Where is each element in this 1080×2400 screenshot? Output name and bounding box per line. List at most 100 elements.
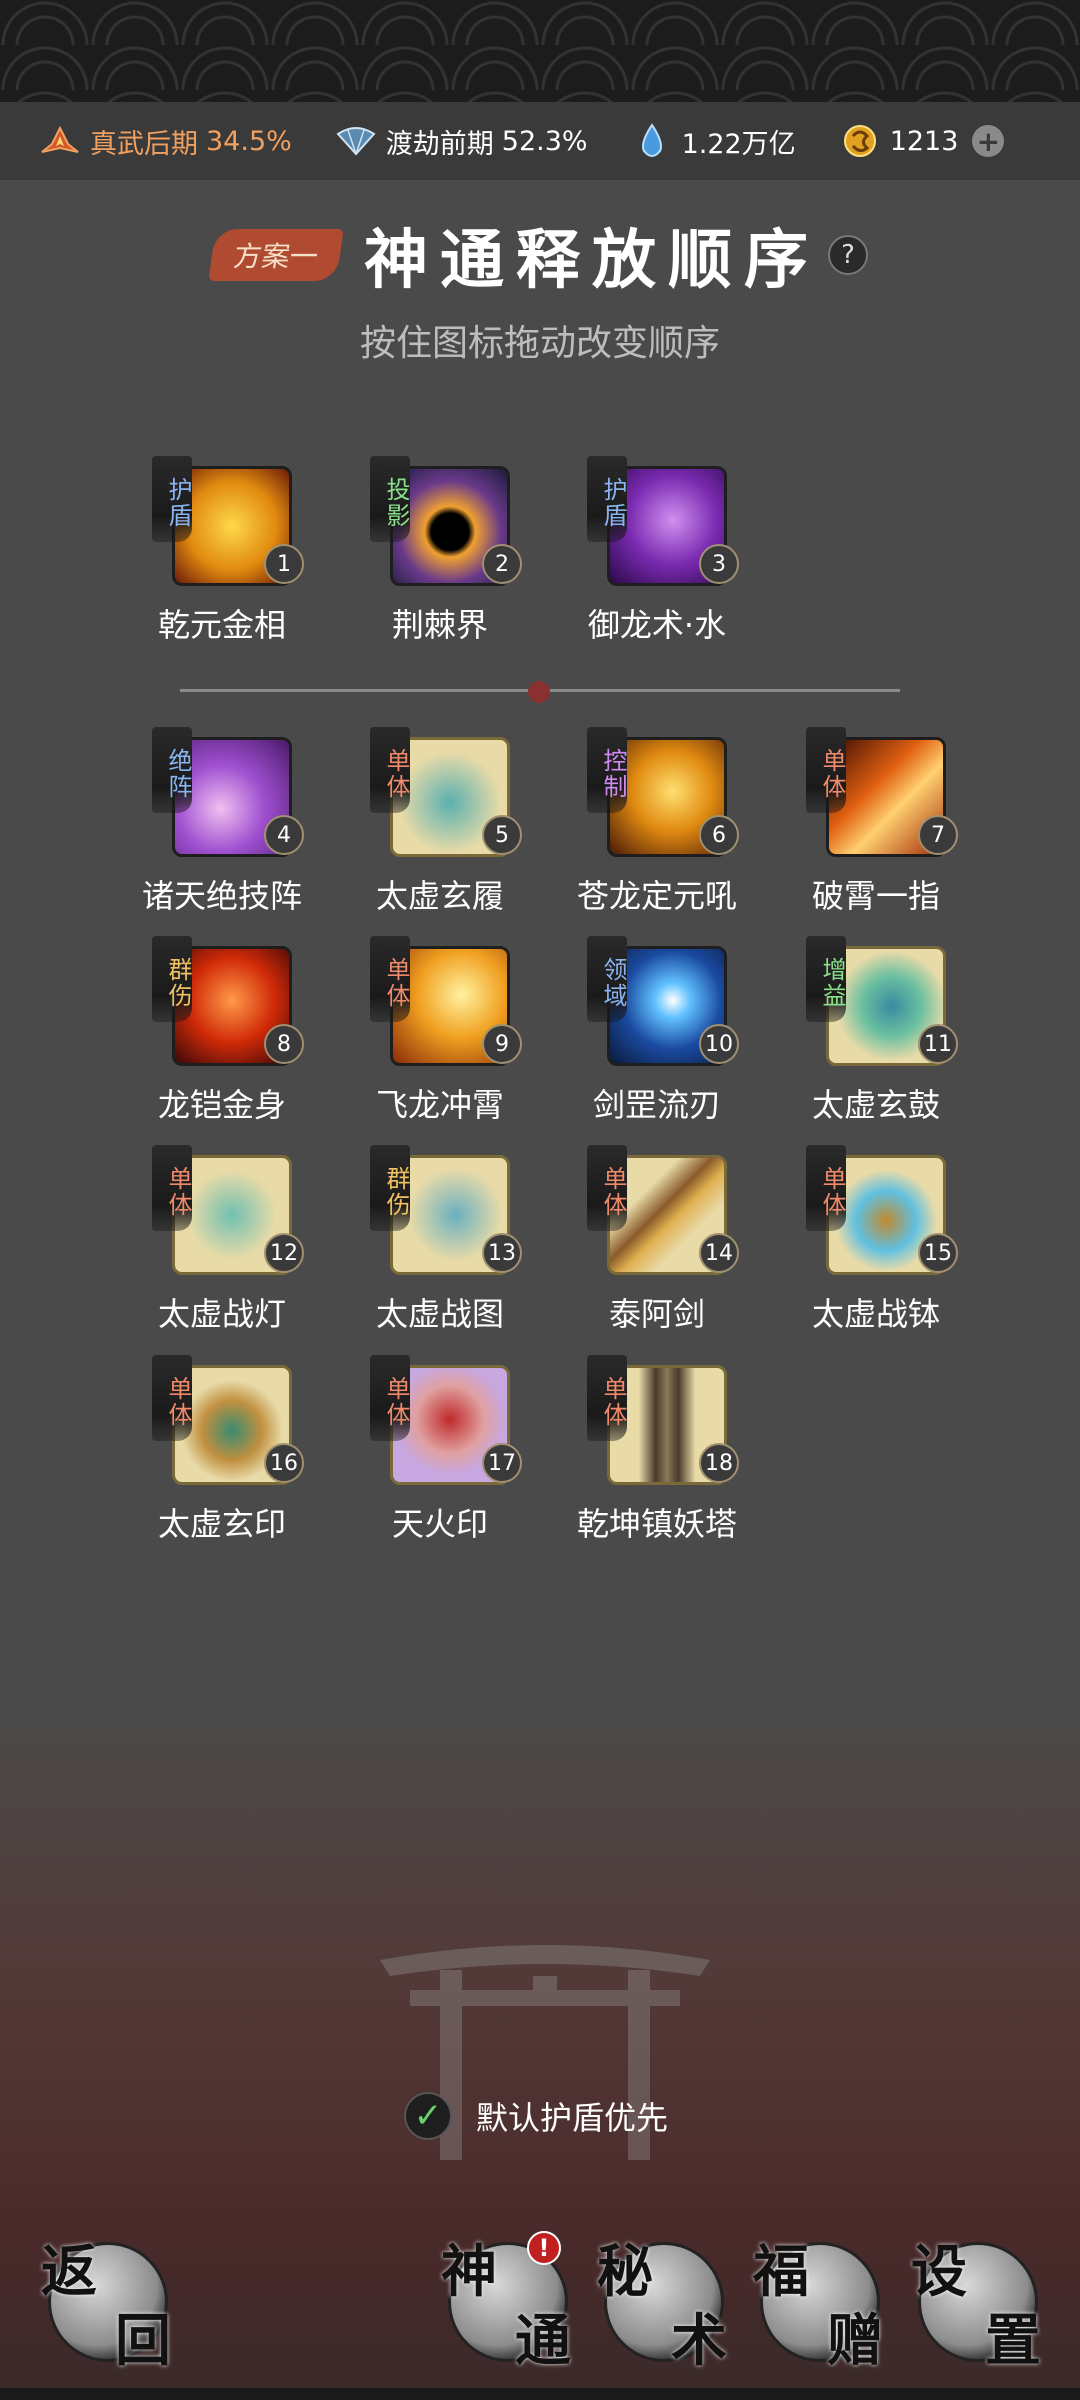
spirit-water-value: 1.22万亿 bbox=[681, 128, 796, 160]
skill-name: 太虚战图 bbox=[375, 1295, 504, 1333]
water-drop-icon bbox=[632, 121, 672, 161]
skill-order-number: 5 bbox=[482, 815, 522, 855]
skill-item[interactable]: 单体 18 乾坤镇妖塔 bbox=[557, 1355, 757, 1545]
skill-item[interactable]: 单体 9 飞龙冲霄 bbox=[340, 936, 540, 1126]
skill-icon-wrap[interactable]: 控制 6 bbox=[587, 727, 739, 857]
secret-arts-button[interactable]: 秘 术 bbox=[597, 2239, 727, 2374]
secret-char-1: 秘 bbox=[597, 2239, 653, 2305]
skill-name: 乾坤镇妖塔 bbox=[576, 1505, 737, 1543]
divider-handle[interactable] bbox=[528, 681, 550, 703]
tribulation-label: 渡劫前期 bbox=[385, 128, 494, 160]
coin-stat: 1213 + bbox=[840, 121, 1005, 161]
page-subtitle: 按住图标拖动改变顺序 bbox=[359, 323, 720, 364]
skill-item[interactable]: 单体 17 天火印 bbox=[340, 1355, 540, 1545]
skill-order-number: 14 bbox=[699, 1233, 739, 1273]
skill-item[interactable]: 单体 5 太虚玄履 bbox=[340, 727, 540, 917]
alert-icon: ! bbox=[527, 2231, 561, 2265]
skill-icon-wrap[interactable]: 单体 7 bbox=[806, 727, 958, 857]
shield-priority-label: 默认护盾优先 bbox=[476, 2099, 669, 2137]
page-header: 方案一 神通释放顺序 ? bbox=[0, 210, 1080, 300]
skill-icon-wrap[interactable]: 单体 14 bbox=[587, 1145, 739, 1275]
blessing-gift-button[interactable]: 福 赠 bbox=[753, 2239, 883, 2374]
flame-lotus-icon bbox=[40, 121, 80, 161]
skill-item[interactable]: 领域 10 剑罡流刃 bbox=[557, 936, 757, 1126]
add-coins-button[interactable]: + bbox=[972, 125, 1005, 158]
shield-priority-option[interactable]: ✓ 默认护盾优先 bbox=[404, 2088, 668, 2144]
skill-item[interactable]: 单体 12 太虚战灯 bbox=[122, 1145, 322, 1335]
skill-icon-wrap[interactable]: 单体 16 bbox=[152, 1355, 304, 1485]
realm-label: 真武后期 bbox=[90, 128, 198, 160]
skill-item[interactable]: 群伤 8 龙铠金身 bbox=[122, 936, 322, 1126]
skill-item[interactable]: 护盾 1 乾元金相 bbox=[122, 456, 322, 646]
skill-item[interactable]: 投影 2 荆棘界 bbox=[340, 456, 540, 646]
skill-type-tag: 护盾 bbox=[587, 456, 627, 542]
skill-type-tag: 群伤 bbox=[370, 1145, 410, 1231]
skill-icon-wrap[interactable]: 绝阵 4 bbox=[152, 727, 304, 857]
skill-item[interactable]: 单体 14 泰阿剑 bbox=[557, 1145, 757, 1335]
settings-button[interactable]: 设 置 bbox=[911, 2239, 1041, 2374]
skill-type-tag: 绝阵 bbox=[152, 727, 192, 813]
realm-stat: 真武后期 34.5% bbox=[40, 121, 292, 161]
skill-type-tag: 单体 bbox=[806, 727, 846, 813]
skill-order-number: 15 bbox=[918, 1233, 958, 1273]
divine-char-2: 通 bbox=[515, 2308, 571, 2374]
skill-icon-wrap[interactable]: 单体 18 bbox=[587, 1355, 739, 1485]
skill-item[interactable]: 单体 7 破霄一指 bbox=[776, 727, 976, 917]
secret-char-2: 术 bbox=[671, 2308, 727, 2374]
skill-type-tag: 单体 bbox=[152, 1145, 192, 1231]
top-decorative-band bbox=[0, 0, 1080, 102]
coin-icon bbox=[840, 121, 880, 161]
settings-char-1: 设 bbox=[911, 2239, 967, 2305]
skill-item[interactable]: 绝阵 4 诸天绝技阵 bbox=[122, 727, 322, 917]
skill-icon-wrap[interactable]: 单体 17 bbox=[370, 1355, 522, 1485]
skill-type-tag: 单体 bbox=[587, 1355, 627, 1441]
skill-name: 龙铠金身 bbox=[157, 1086, 286, 1124]
coin-value: 1213 bbox=[889, 125, 959, 157]
skill-name: 诸天绝技阵 bbox=[141, 877, 302, 915]
skill-icon-wrap[interactable]: 增益 11 bbox=[806, 936, 958, 1066]
skill-item[interactable]: 群伤 13 太虚战图 bbox=[340, 1145, 540, 1335]
skill-icon-wrap[interactable]: 单体 5 bbox=[370, 727, 522, 857]
help-icon[interactable]: ? bbox=[828, 235, 868, 275]
skill-item[interactable]: 护盾 3 御龙术·水 bbox=[557, 456, 757, 646]
skill-name: 飞龙冲霄 bbox=[375, 1086, 504, 1124]
skill-icon-wrap[interactable]: 领域 10 bbox=[587, 936, 739, 1066]
skill-icon-wrap[interactable]: 单体 12 bbox=[152, 1145, 304, 1275]
skill-item[interactable]: 单体 16 太虚玄印 bbox=[122, 1355, 322, 1545]
skill-name: 泰阿剑 bbox=[608, 1295, 705, 1333]
skill-name: 太虚战灯 bbox=[157, 1295, 286, 1333]
skill-type-tag: 控制 bbox=[587, 727, 627, 813]
skill-name: 乾元金相 bbox=[157, 606, 286, 644]
skill-type-tag: 领域 bbox=[587, 936, 627, 1022]
skill-icon-wrap[interactable]: 群伤 13 bbox=[370, 1145, 522, 1275]
skill-icon-wrap[interactable]: 护盾 3 bbox=[587, 456, 739, 586]
skill-type-tag: 单体 bbox=[370, 727, 410, 813]
skill-icon-wrap[interactable]: 投影 2 bbox=[370, 456, 522, 586]
skill-name: 天火印 bbox=[391, 1505, 488, 1543]
skill-order-number: 2 bbox=[482, 544, 522, 584]
divine-arts-button[interactable]: 神 通 ! bbox=[441, 2231, 571, 2374]
skill-order-number: 1 bbox=[264, 544, 304, 584]
skill-order-number: 4 bbox=[264, 815, 304, 855]
skill-icon-wrap[interactable]: 护盾 1 bbox=[152, 456, 304, 586]
back-button[interactable]: 返 回 bbox=[41, 2239, 171, 2374]
skill-icon-wrap[interactable]: 群伤 8 bbox=[152, 936, 304, 1066]
skill-icon-wrap[interactable]: 单体 15 bbox=[806, 1145, 958, 1275]
skill-type-tag: 群伤 bbox=[152, 936, 192, 1022]
divine-char-1: 神 bbox=[441, 2239, 497, 2305]
skill-type-tag: 投影 bbox=[370, 456, 410, 542]
skill-name: 御龙术·水 bbox=[587, 606, 727, 644]
skill-item[interactable]: 单体 15 太虚战钵 bbox=[776, 1145, 976, 1335]
skill-order-number: 7 bbox=[918, 815, 958, 855]
scheme-selector[interactable]: 方案一 bbox=[208, 229, 344, 281]
shield-priority-checkbox[interactable]: ✓ bbox=[404, 2092, 452, 2140]
skill-name: 太虚玄鼓 bbox=[811, 1086, 940, 1124]
skill-name: 荆棘界 bbox=[391, 606, 488, 644]
spirit-water-stat: 1.22万亿 bbox=[632, 121, 796, 161]
skill-type-tag: 单体 bbox=[152, 1355, 192, 1441]
page-title: 神通释放顺序 bbox=[364, 223, 820, 298]
skill-item[interactable]: 控制 6 苍龙定元吼 bbox=[557, 727, 757, 917]
skill-icon-wrap[interactable]: 单体 9 bbox=[370, 936, 522, 1066]
realm-value: 34.5% bbox=[206, 125, 292, 157]
skill-item[interactable]: 增益 11 太虚玄鼓 bbox=[776, 936, 976, 1126]
